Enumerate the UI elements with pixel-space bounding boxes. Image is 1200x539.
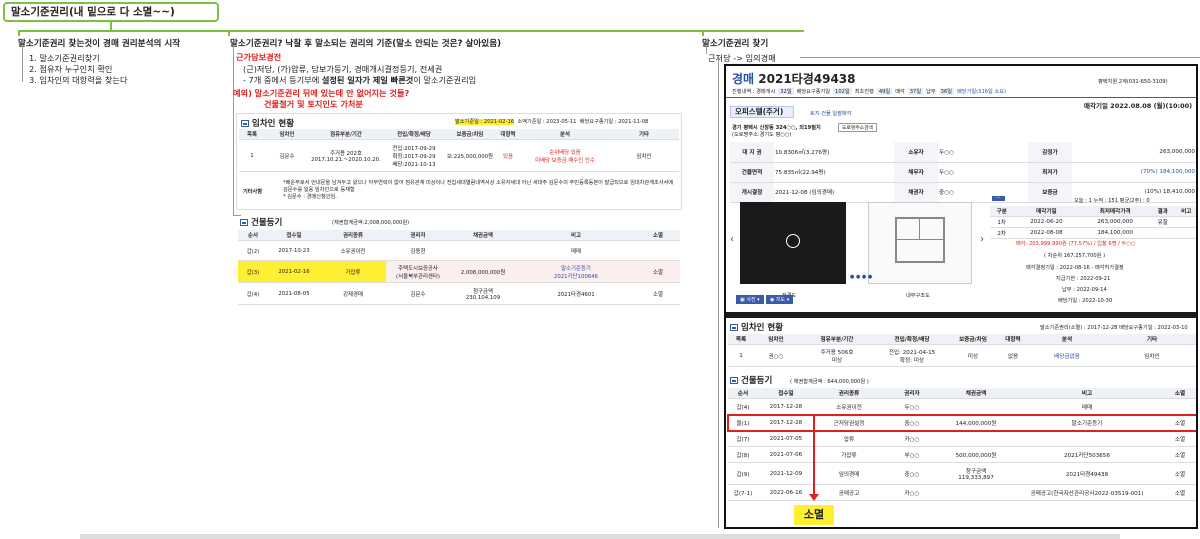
tenant-etc: *배운부로서 언내문을 남겨두고 왔으나 아무연락이 없어 점유관계 미상이나 … (283, 180, 674, 200)
col2-line2: - 7개 중에서 등기부에 설정된 일자가 제일 빠른것이 말소기준권리임 (243, 75, 477, 85)
photo-button[interactable]: ▣ 사진 ▾ (736, 295, 764, 304)
progress-chips: 진행내역 : 경매개시 32일 배당요구종기일 102일 최초진행 49일 매각 37일 납부 3… (732, 88, 1007, 95)
table-icon (240, 219, 248, 226)
cutoff-register-row: 을(1) 2017-12-28 근저당권설정 중○○ 144,000,000원 말소기준등… (727, 413, 1196, 432)
floorplan-image[interactable] (868, 202, 972, 284)
red-arrow-icon (809, 494, 819, 501)
prev-arrow-icon[interactable]: ‹ (730, 234, 734, 245)
table-icon (730, 377, 738, 384)
table-icon (241, 120, 249, 127)
property-info-table: 대 지 권 10.8306㎡(3.276평) 소유자 두○○ 감정가 263,000,00… (730, 142, 1196, 203)
tenant-capture: 말소기준일 : 2021-02-16 소액기준일 : 2023-05-11 배당… (236, 113, 682, 210)
carousel-dots[interactable]: ● ● ● ● (850, 274, 872, 280)
right-tenant-table: 목록 임차인 점유부분/기간 전입/확정/배당 보증금/차임 대항력 분석 기타 1 권○○ 주거… (728, 334, 1196, 367)
search-history-button[interactable]: ··· (992, 196, 1005, 201)
cutoff-date: 말소기준일 : 2021-02-16 소액기준일 : 2023-05-11 배당… (455, 119, 649, 125)
col2-exception-item: 건물철거 및 토지인도 가처분 (264, 99, 363, 109)
tenant-row: 1 김문수 주거용 202호 2017.10.21.~2020.10.20. 전입:2… (239, 139, 679, 172)
map-button[interactable]: ◉ 지도 ▾ (766, 295, 794, 304)
col2-title: 말소기준권리? 낙찰 후 말소되는 권리의 기준(말소 안되는 것은? 살아있음… (230, 39, 502, 49)
col3-title: 말소기준권리 찾기 (702, 39, 769, 49)
table-icon (730, 324, 738, 331)
root-node[interactable]: 말소기준권리(내 밑으로 다 소멸~~) (3, 2, 219, 22)
extinction-label: 소멸 (794, 505, 834, 525)
address: 경기 평택시 신장동 324○○, 외19필지 (732, 125, 821, 131)
col1-item-3: 3. 임차인의 대항력을 찾는다 (29, 75, 128, 85)
root-title: 말소기준권리(내 밑으로 다 소멸~~) (11, 6, 175, 18)
property-kind: 오피스텔(주거) (730, 106, 794, 118)
register-table: 순서 접수일 권리종류 권리자 채권금액 비고 소멸 갑(2) 2017-10-23 소유권이전… (238, 230, 680, 305)
right-tenant-title: 임차인 현황 (730, 321, 783, 333)
bid-table: 구분 매각기일 최저매각가격 결과 비고 1차 2022-06-20 263,000,000… (990, 206, 1196, 239)
road-address-button[interactable]: 도로명주소검색 (838, 123, 877, 132)
tenant-section-title: 임차인 현황 (241, 117, 294, 129)
case-title: 경매 2021타경49438 (732, 72, 856, 86)
register-row: 갑(2) 2017-10-23 소유권이전 김동현 매매 (238, 240, 680, 261)
right-register-title: 건물등기 (730, 374, 772, 386)
tenant-table: 목록 임차인 점유부분/기간 전입/확정/배당 보증금/차임 대항력 분석 기타 1 김문수 주거… (239, 129, 679, 172)
right-register-table: 순서 접수일 권리종류 권리자 채권금액 비고 소멸 갑(4) 2017-12-28 소유권이전… (727, 388, 1196, 501)
building-photo[interactable] (740, 202, 846, 284)
col1-title: 말소기준권리 찾는것이 경매 권리분석의 시작 (18, 39, 181, 49)
register-row-highlight: 갑(3) 2021-02-16 가압류 주택도시보증공사 (서울북부관리센터) 2,00… (238, 260, 680, 283)
register-capture: 건물등기 (채권합계금액:2,008,000,000원) 순서 접수일 권리종류 권리… (236, 216, 682, 306)
auction-capture: 경매 2021타경49438 평택지원 2계(031-650-3109) 진행내… (724, 64, 1198, 529)
next-arrow-icon[interactable]: › (980, 234, 984, 245)
red-arrow-line (813, 416, 815, 496)
col2-sub1: 근가담보경전 (236, 52, 282, 62)
register-section-title: 건물등기 (240, 216, 282, 228)
horizontal-scrollbar[interactable] (80, 534, 1120, 539)
register-row: 갑(4) 2021-08-05 강제경매 김문수 청구금액 230,104,109 202… (238, 282, 680, 305)
